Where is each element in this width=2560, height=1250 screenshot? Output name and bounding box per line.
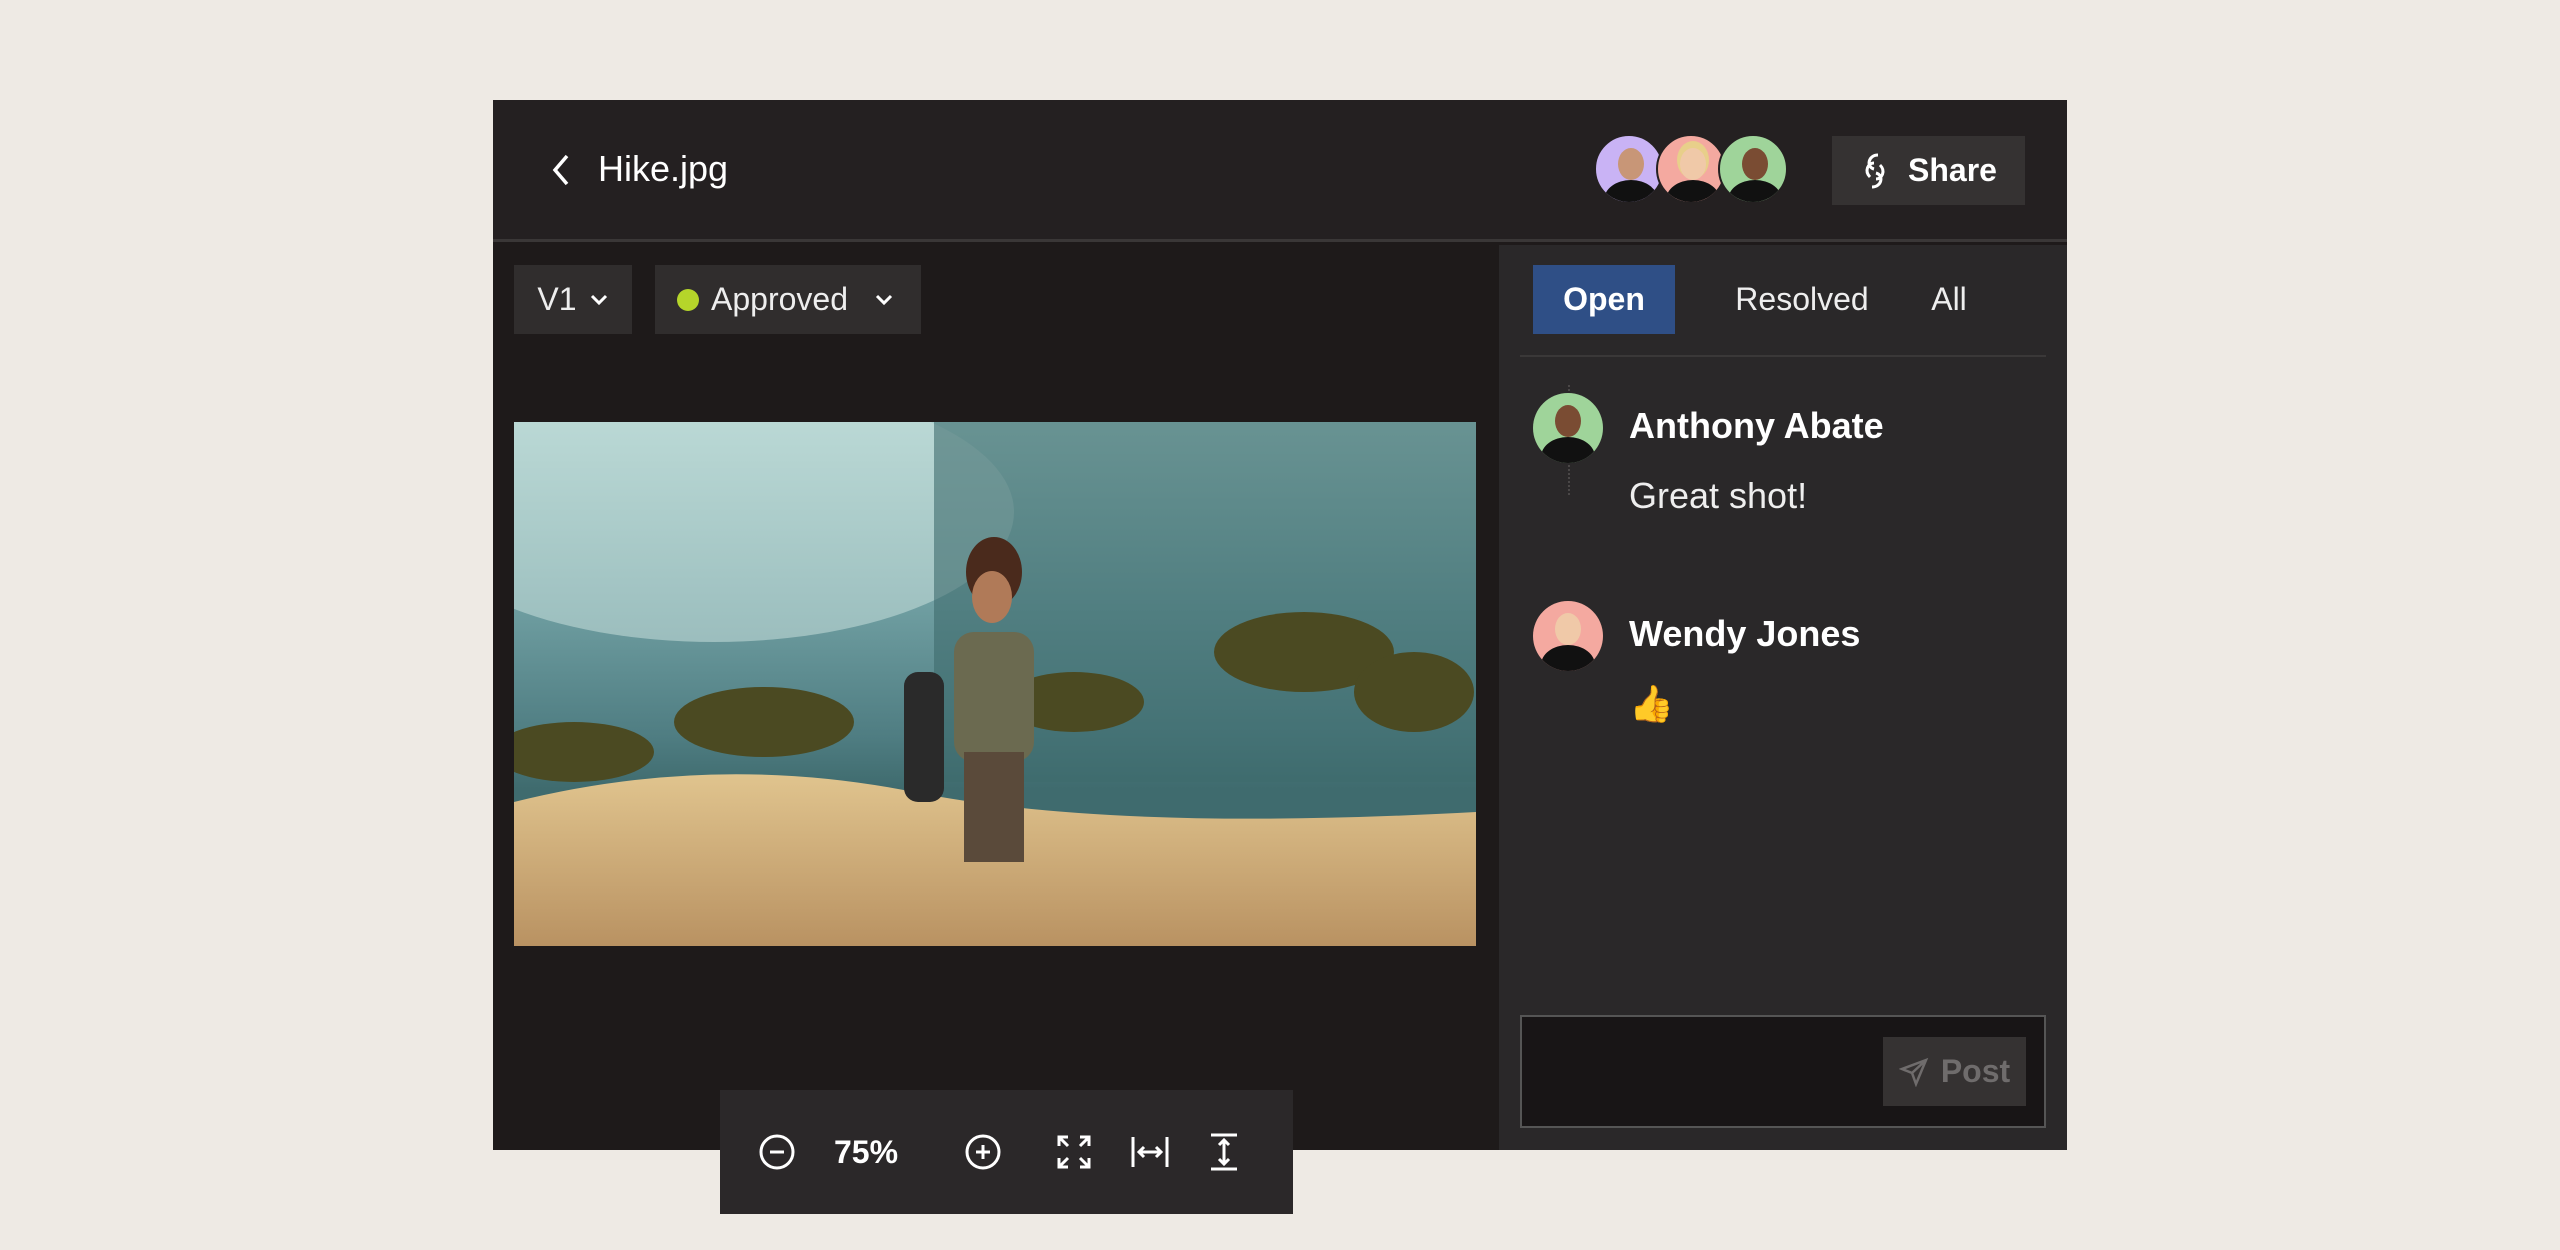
chevron-down-icon <box>590 294 607 305</box>
chevron-down-icon <box>875 294 893 305</box>
comment-author: Anthony Abate <box>1629 405 1884 446</box>
status-label: Approved <box>711 281 848 317</box>
preview-pane: V1 Approved 75% <box>493 245 1499 1214</box>
file-title: Hike.jpg <box>598 148 729 189</box>
share-button[interactable]: Share <box>1832 136 2025 205</box>
zoom-toolbar: 75% <box>720 1090 1293 1214</box>
avatar[interactable] <box>1594 134 1664 204</box>
file-viewer-window: Hike.jpg Share V1 Approved 75% Open Reso… <box>493 100 2067 1214</box>
comment-author: Wendy Jones <box>1629 613 1861 654</box>
image-preview <box>514 422 1476 946</box>
header: Hike.jpg Share <box>493 100 2067 242</box>
fullscreen-icon[interactable] <box>1056 1134 1092 1170</box>
link-icon <box>1865 153 1885 188</box>
tab-open[interactable]: Open <box>1533 265 1675 334</box>
fit-width-icon[interactable] <box>1130 1134 1170 1170</box>
send-icon <box>1898 1057 1929 1087</box>
comment-input[interactable]: Post <box>1520 1015 2046 1128</box>
version-label: V1 <box>537 281 577 317</box>
avatar <box>1533 393 1603 463</box>
status-dropdown[interactable]: Approved <box>655 265 921 334</box>
tab-all[interactable]: All <box>1909 265 1989 334</box>
comment-text: 👍 <box>1629 683 1674 724</box>
comments-panel: Open Resolved All Anthony Abate Great sh… <box>1499 245 2067 1150</box>
status-dot-icon <box>677 288 699 311</box>
comment-text: Great shot! <box>1629 475 1808 516</box>
zoom-out-icon[interactable] <box>758 1133 796 1171</box>
hike-photo <box>514 422 1476 946</box>
back-chevron-icon[interactable] <box>543 150 583 190</box>
zoom-in-icon[interactable] <box>964 1133 1002 1171</box>
post-button[interactable]: Post <box>1883 1037 2026 1106</box>
tab-resolved[interactable]: Resolved <box>1709 265 1895 334</box>
avatar[interactable] <box>1656 134 1726 204</box>
divider <box>1520 355 2046 357</box>
avatar[interactable] <box>1718 134 1788 204</box>
post-label: Post <box>1940 1053 2011 1089</box>
version-dropdown[interactable]: V1 <box>514 265 632 334</box>
zoom-level: 75% <box>834 1133 899 1170</box>
avatar <box>1533 601 1603 671</box>
collaborator-avatars <box>1594 134 1788 204</box>
share-label: Share <box>1908 152 1997 188</box>
fit-height-icon[interactable] <box>1208 1132 1240 1172</box>
